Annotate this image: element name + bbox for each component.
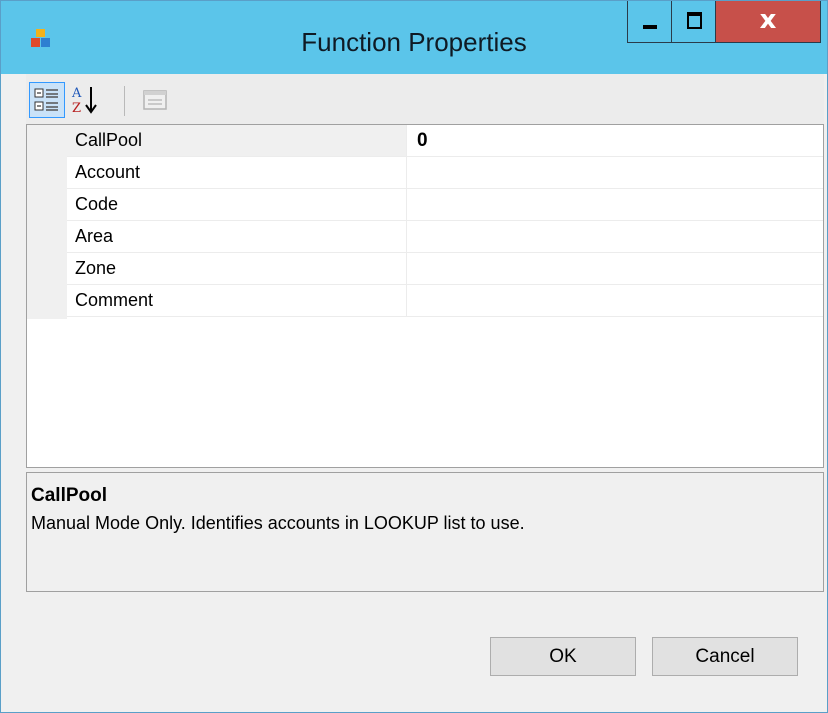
property-name: CallPool <box>67 125 407 156</box>
property-name: Zone <box>67 253 407 284</box>
close-icon: x <box>759 5 777 35</box>
property-row-account[interactable]: Account <box>67 157 823 189</box>
alphabetical-button[interactable]: A Z <box>69 82 105 118</box>
svg-text:Z: Z <box>72 101 81 116</box>
window-title: Function Properties <box>301 27 527 57</box>
minimize-button[interactable] <box>627 1 672 43</box>
title-bar[interactable]: Function Properties x <box>1 1 827 74</box>
categorized-button[interactable] <box>29 82 65 118</box>
ok-button[interactable]: OK <box>490 637 636 676</box>
property-grid[interactable]: CallPool 0 Account Code Area Zone Commen… <box>26 124 824 468</box>
property-grid-toolbar: A Z <box>26 74 824 124</box>
description-panel: CallPool Manual Mode Only. Identifies ac… <box>26 472 824 592</box>
property-value[interactable]: 0 <box>417 125 428 156</box>
maximize-button[interactable] <box>671 1 716 43</box>
cancel-button[interactable]: Cancel <box>652 637 798 676</box>
categorized-icon <box>34 88 58 111</box>
property-name: Area <box>67 221 407 252</box>
description-text: Manual Mode Only. Identifies accounts in… <box>31 513 525 533</box>
property-name: Account <box>67 157 407 188</box>
app-icon <box>31 29 50 47</box>
description-title: CallPool <box>31 485 108 506</box>
svg-text:A: A <box>71 86 82 101</box>
alphabetical-sort-icon: A Z <box>71 86 97 116</box>
close-button[interactable]: x <box>715 1 821 43</box>
property-row-code[interactable]: Code <box>67 189 823 221</box>
toolbar-separator <box>124 86 125 116</box>
function-properties-window: Function Properties x A Z CallPool 0 Acc… <box>0 0 828 713</box>
property-pages-icon <box>143 90 167 110</box>
minimize-icon <box>643 25 657 29</box>
property-pages-button[interactable] <box>138 82 174 118</box>
maximize-icon <box>687 12 702 29</box>
property-row-comment[interactable]: Comment <box>67 285 823 317</box>
property-name: Code <box>67 189 407 220</box>
property-row-callpool[interactable]: CallPool 0 <box>67 125 823 157</box>
property-name: Comment <box>67 285 407 316</box>
property-row-area[interactable]: Area <box>67 221 823 253</box>
property-row-zone[interactable]: Zone <box>67 253 823 285</box>
property-grid-margin <box>27 125 67 319</box>
